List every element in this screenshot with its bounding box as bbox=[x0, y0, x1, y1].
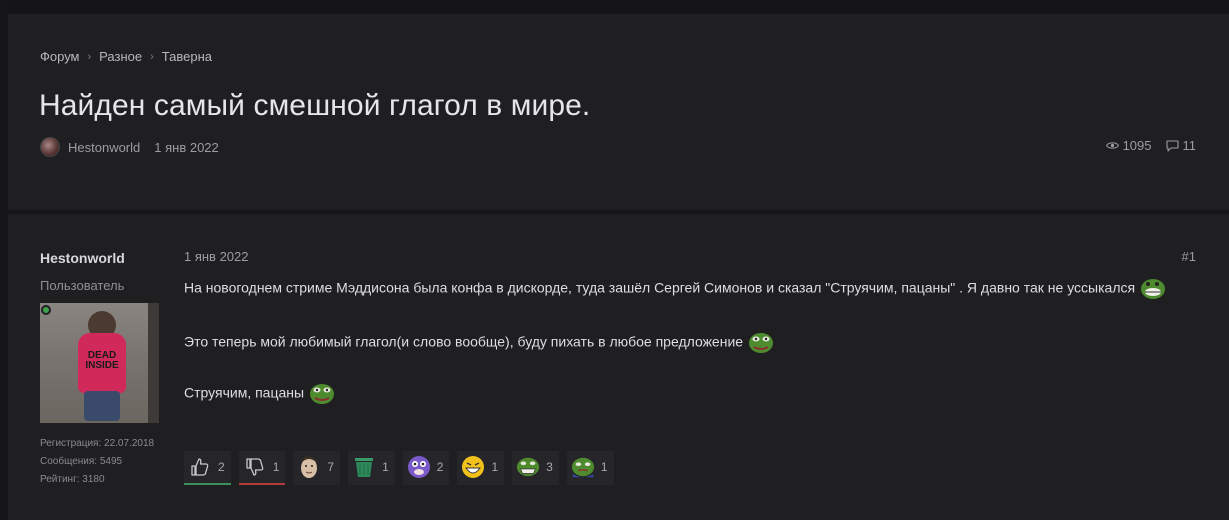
reaction-count: 2 bbox=[436, 460, 444, 474]
chevron-right-icon: › bbox=[150, 50, 154, 63]
reactions-bar: 2 1 7 1 2 1 3 1 bbox=[184, 451, 622, 485]
face-emoji-icon bbox=[297, 455, 321, 479]
reaction-count: 2 bbox=[218, 460, 225, 474]
post-author-role: Пользователь bbox=[40, 278, 125, 293]
reaction-count: 1 bbox=[272, 460, 280, 474]
pepe-sad-icon bbox=[571, 455, 595, 479]
pepe-laugh-icon bbox=[1140, 279, 1165, 299]
breadcrumb: Форум › Разное › Таверна bbox=[40, 49, 212, 64]
grin-emoji-icon bbox=[461, 455, 485, 479]
reaction-pepe-sad-button[interactable]: 1 bbox=[566, 451, 614, 485]
eye-icon bbox=[1105, 142, 1119, 149]
reaction-blob-button[interactable]: 2 bbox=[402, 451, 450, 485]
post-author-name[interactable]: Hestonworld bbox=[40, 250, 125, 266]
avatar[interactable] bbox=[40, 137, 60, 157]
avatar-shirt-text: DEAD INSIDE bbox=[85, 350, 119, 371]
reaction-face-button[interactable]: 7 bbox=[293, 451, 341, 485]
post-paragraph: Струячим, пацаны bbox=[184, 381, 1184, 407]
thread-author-link[interactable]: Hestonworld bbox=[68, 140, 140, 155]
avatar[interactable]: DEAD INSIDE bbox=[40, 303, 159, 423]
breadcrumb-misc[interactable]: Разное bbox=[99, 49, 142, 64]
reaction-trash-button[interactable]: 1 bbox=[348, 451, 395, 485]
thread-header: Форум › Разное › Таверна Найден самый см… bbox=[8, 14, 1229, 210]
post-date: 1 янв 2022 bbox=[184, 249, 249, 264]
registration-date: Регистрация: 22.07.2018 bbox=[40, 438, 155, 449]
reaction-count: 1 bbox=[382, 460, 389, 474]
views-count: 1095 bbox=[1122, 138, 1152, 153]
reaction-like-button[interactable]: 2 bbox=[184, 451, 231, 485]
message-count: Сообщения: 5495 bbox=[40, 456, 123, 467]
thumbs-up-icon bbox=[188, 455, 212, 479]
post-paragraph: Это теперь мой любимый глагол(и слово во… bbox=[184, 330, 1184, 356]
author-stats: Регистрация: 22.07.2018 Сообщения: 5495 … bbox=[40, 435, 154, 489]
reaction-count: 7 bbox=[327, 460, 335, 474]
top-strip bbox=[8, 0, 1229, 12]
rating: Рейтинг: 3180 bbox=[40, 474, 105, 485]
reaction-dislike-button[interactable]: 1 bbox=[238, 451, 286, 485]
online-status-dot bbox=[41, 305, 51, 315]
reaction-count: 1 bbox=[600, 460, 608, 474]
trash-bin-icon bbox=[352, 455, 376, 479]
pepe-smile-icon bbox=[309, 384, 334, 404]
replies-count: 11 bbox=[1182, 138, 1197, 153]
reaction-grin-button[interactable]: 1 bbox=[457, 451, 505, 485]
breadcrumb-tavern[interactable]: Таверна bbox=[162, 49, 212, 64]
post: Hestonworld Пользователь DEAD INSIDE Рег… bbox=[8, 214, 1229, 520]
thumbs-down-icon bbox=[243, 455, 267, 479]
thread-meta: Hestonworld 1 янв 2022 bbox=[40, 137, 219, 157]
page-title: Найден самый смешной глагол в мире. bbox=[39, 89, 591, 122]
breadcrumb-forum[interactable]: Форум bbox=[40, 49, 80, 64]
reaction-count: 3 bbox=[546, 460, 553, 474]
reaction-pepe-laugh-button[interactable]: 3 bbox=[512, 451, 559, 485]
pepe-laugh-icon bbox=[516, 455, 540, 479]
post-paragraph: На новогоднем стриме Мэддисона была конф… bbox=[184, 276, 1184, 302]
thread-stats: 1095 11 bbox=[1092, 138, 1196, 153]
purple-blob-icon bbox=[407, 455, 431, 479]
replies-stat: 11 bbox=[1165, 138, 1197, 153]
page-frame: Форум › Разное › Таверна Найден самый см… bbox=[8, 0, 1229, 520]
views-stat: 1095 bbox=[1105, 138, 1152, 153]
post-body: На новогоднем стриме Мэддисона была конф… bbox=[184, 276, 1184, 432]
reaction-count: 1 bbox=[491, 460, 499, 474]
pepe-smile-icon bbox=[748, 333, 773, 353]
thread-date: 1 янв 2022 bbox=[154, 139, 219, 155]
chevron-right-icon: › bbox=[87, 50, 92, 63]
comment-icon bbox=[1165, 139, 1179, 152]
post-number-link[interactable]: #1 bbox=[1182, 249, 1196, 264]
